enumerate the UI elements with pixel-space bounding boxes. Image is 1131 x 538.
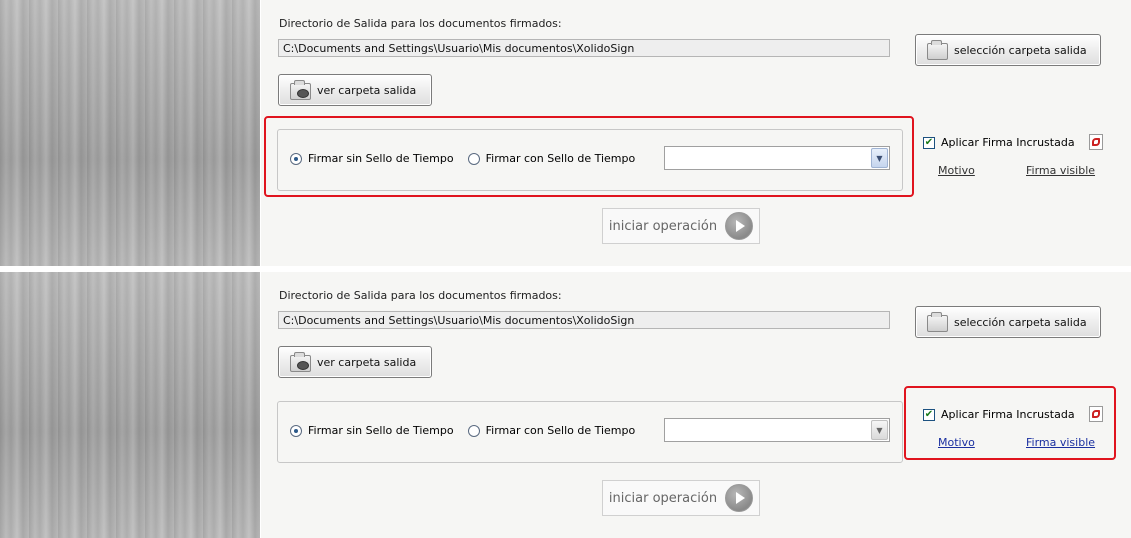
view-output-folder-label: ver carpeta salida <box>317 83 417 97</box>
highlight-timestamp-options <box>264 116 914 197</box>
view-output-folder-button[interactable]: ver carpeta salida <box>278 74 432 106</box>
play-icon <box>725 484 754 512</box>
view-output-folder-button[interactable]: ver carpeta salida <box>278 346 432 378</box>
pdf-icon <box>1089 134 1103 150</box>
output-path-field[interactable]: C:\Documents and Settings\Usuario\Mis do… <box>278 39 890 57</box>
folder-icon <box>926 40 948 60</box>
embedded-signature-label[interactable]: Aplicar Firma Incrustada <box>941 136 1075 149</box>
output-directory-label: Directorio de Salida para los documentos… <box>279 289 562 302</box>
select-output-folder-button[interactable]: selección carpeta salida <box>915 34 1101 66</box>
start-operation-label: iniciar operación <box>608 218 718 234</box>
select-output-folder-button[interactable]: selección carpeta salida <box>915 306 1101 338</box>
timestamp-server-select[interactable]: ▼ <box>664 418 890 442</box>
folder-icon <box>926 312 948 332</box>
embedded-signature-checkbox[interactable]: ✔ <box>923 136 935 149</box>
chevron-down-icon[interactable]: ▼ <box>871 420 888 440</box>
highlight-embedded-signature <box>904 386 1116 460</box>
start-operation-label: iniciar operación <box>608 490 718 506</box>
visible-signature-link[interactable]: Firma visible <box>1026 164 1095 177</box>
start-operation-button[interactable]: iniciar operación <box>602 208 760 244</box>
radio-sign-without-timestamp-label[interactable]: Firmar sin Sello de Tiempo <box>308 424 454 437</box>
folder-eye-icon <box>289 80 311 100</box>
radio-sign-with-timestamp-label[interactable]: Firmar con Sello de Tiempo <box>486 424 636 437</box>
radio-sign-with-timestamp[interactable] <box>467 424 480 437</box>
output-path-field[interactable]: C:\Documents and Settings\Usuario\Mis do… <box>278 311 890 329</box>
folder-eye-icon <box>289 352 311 372</box>
output-directory-label: Directorio de Salida para los documentos… <box>279 17 562 30</box>
motivo-link[interactable]: Motivo <box>938 164 975 177</box>
radio-sign-without-timestamp[interactable] <box>290 424 302 437</box>
play-icon <box>725 212 754 240</box>
select-output-folder-label: selección carpeta salida <box>954 315 1087 329</box>
side-background <box>0 272 260 538</box>
view-output-folder-label: ver carpeta salida <box>317 355 417 369</box>
start-operation-button[interactable]: iniciar operación <box>602 480 760 516</box>
select-output-folder-label: selección carpeta salida <box>954 43 1087 57</box>
timestamp-options-group: Firmar sin Sello de Tiempo Firmar con Se… <box>277 401 903 463</box>
side-background <box>0 0 260 266</box>
